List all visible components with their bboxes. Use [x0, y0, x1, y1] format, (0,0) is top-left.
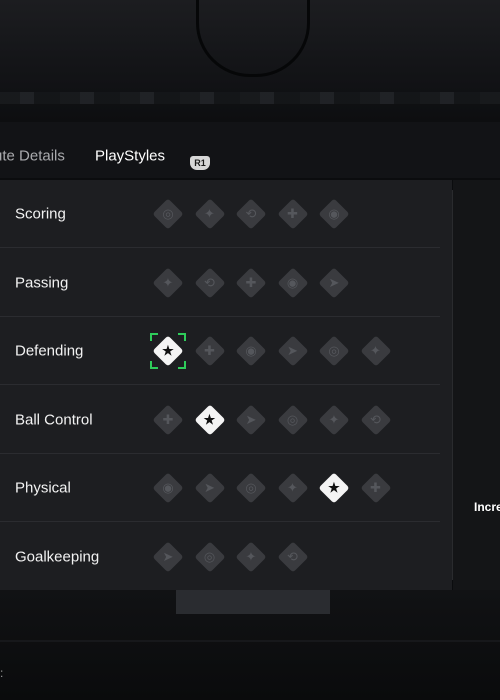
- tab-bar: ute Details PlayStyles: [0, 122, 500, 178]
- r1-button-hint-icon: R1: [190, 156, 210, 170]
- playstyle-glyph: ◎: [328, 343, 340, 358]
- bruiser-icon[interactable]: ➤: [193, 472, 226, 504]
- playstyle-row-ball-control: Ball Control ✚ ★ ➤ ◎ ✦ ⟲: [0, 386, 440, 454]
- anticipate-icon[interactable]: ◎: [318, 335, 350, 367]
- cross-claimer-icon[interactable]: ✦: [235, 540, 267, 573]
- first-touch-icon[interactable]: ✚: [152, 403, 184, 436]
- long-throw-icon[interactable]: ◎: [235, 472, 267, 504]
- playstyle-glyph: ➤: [245, 411, 257, 427]
- precision-header-icon[interactable]: ✚: [276, 198, 309, 230]
- playstyle-glyph: ◉: [162, 480, 174, 495]
- playstyle-glyph: ✚: [245, 274, 257, 290]
- playstyles-panel: Scoring ◎ ✦ ⟲ ✚ ◉ Passing ✦ ⟲ ✚ ◉ ➤ Defending ★ ✚ ◉ ➤ ◎ ✦ B…: [0, 180, 452, 590]
- rapid-icon[interactable]: ◎: [276, 403, 309, 436]
- playstyle-glyph: ✦: [328, 411, 340, 427]
- rush-out-icon[interactable]: ⟲: [276, 540, 309, 573]
- playstyle-glyph: ◎: [162, 206, 174, 221]
- stadium-rail: [0, 92, 500, 104]
- playstyle-glyph: ◎: [286, 411, 299, 427]
- playstyle-glyph: ✚: [287, 206, 298, 221]
- playstyle-glyph: ✚: [162, 411, 174, 427]
- playstyle-glyph: ◎: [245, 480, 257, 495]
- playstyle-glyph: ★: [203, 411, 216, 427]
- tab-playstyles[interactable]: PlayStyles: [95, 148, 165, 165]
- playstyle-glyph: ✚: [370, 480, 381, 495]
- playstyle-glyph: ◉: [328, 206, 340, 221]
- playstyle-glyph: ✦: [162, 274, 174, 290]
- press-proven-icon[interactable]: ➤: [235, 403, 267, 436]
- slide-tackle-icon[interactable]: ★: [150, 333, 186, 369]
- trivela-icon[interactable]: ✚: [359, 472, 392, 504]
- detail-pane: [453, 180, 500, 590]
- category-label: Goalkeeping: [15, 548, 100, 565]
- category-label: Ball Control: [15, 411, 93, 428]
- intercept-icon[interactable]: ➤: [276, 335, 309, 367]
- dead-ball-icon[interactable]: ◉: [318, 198, 350, 230]
- playstyle-glyph: ➤: [162, 548, 174, 564]
- playstyle-glyph: ➤: [204, 480, 215, 495]
- playstyle-glyph: ✦: [370, 343, 381, 358]
- finesse-shot-icon[interactable]: ◎: [152, 198, 184, 230]
- playstyle-glyph: ⟲: [370, 411, 381, 427]
- tiki-taka-icon[interactable]: ◉: [276, 266, 309, 299]
- chip-shot-icon[interactable]: ⟲: [235, 198, 267, 230]
- playstyle-glyph: ✦: [287, 480, 298, 495]
- playstyle-row-passing: Passing ✦ ⟲ ✚ ◉ ➤: [0, 249, 440, 317]
- tab-attribute-details[interactable]: ute Details: [0, 148, 65, 165]
- pinged-pass-icon[interactable]: ⟲: [193, 266, 226, 299]
- playstyle-row-physical: Physical ◉ ➤ ◎ ✦ ★ ✚: [0, 454, 440, 522]
- playstyle-glyph: ◉: [245, 343, 257, 358]
- playstyle-glyph: ⟲: [245, 206, 257, 221]
- jockey-icon[interactable]: ✚: [193, 335, 226, 367]
- playstyle-glyph: ★: [328, 480, 340, 495]
- playstyle-glyph: ⟲: [204, 274, 215, 290]
- playstyle-glyph: ✦: [204, 206, 215, 221]
- selection-corner: [150, 361, 158, 369]
- acrobatic-icon[interactable]: ◉: [152, 472, 184, 504]
- playstyle-glyph: ✚: [204, 343, 215, 358]
- power-shot-icon[interactable]: ✦: [193, 198, 226, 230]
- playstyle-glyph: ⟲: [287, 548, 298, 564]
- footwork-icon[interactable]: ◎: [193, 540, 226, 573]
- category-label: Physical: [15, 479, 71, 497]
- category-label: Passing: [15, 274, 69, 291]
- selection-corner: [150, 333, 158, 341]
- playstyle-glyph: ➤: [328, 274, 340, 290]
- playstyle-row-defending: Defending ★ ✚ ◉ ➤ ◎ ✦: [0, 317, 440, 385]
- selection-corner: [178, 361, 186, 369]
- trickster-icon[interactable]: ⟲: [359, 403, 392, 436]
- quick-step-icon[interactable]: ✦: [276, 472, 309, 504]
- playstyle-row-scoring: Scoring ◎ ✦ ⟲ ✚ ◉: [0, 180, 440, 248]
- category-label: Defending: [15, 342, 84, 360]
- incisive-pass-icon[interactable]: ✦: [152, 266, 184, 299]
- playstyle-glyph: ✦: [245, 548, 257, 564]
- detail-pane-text: Incre: [474, 500, 500, 514]
- selection-corner: [178, 333, 186, 341]
- whipped-pass-icon[interactable]: ➤: [318, 266, 350, 299]
- aerial-icon[interactable]: ✦: [359, 335, 392, 367]
- relentless-icon[interactable]: ★: [318, 472, 350, 504]
- bottom-text: :: [0, 666, 4, 680]
- bottom-divider: [0, 640, 500, 642]
- technical-icon[interactable]: ✦: [318, 403, 350, 436]
- block-icon[interactable]: ◉: [235, 335, 267, 367]
- bottom-strip: [176, 590, 330, 614]
- playstyle-row-goalkeeping: Goalkeeping ➤ ◎ ✦ ⟲: [0, 523, 440, 591]
- playstyle-glyph: ◉: [286, 274, 299, 290]
- playstyle-glyph: ➤: [287, 343, 298, 358]
- long-ball-pass-icon[interactable]: ✚: [235, 266, 267, 299]
- playstyle-glyph: ◎: [203, 548, 216, 564]
- flair-icon[interactable]: ★: [193, 403, 226, 436]
- far-throw-icon[interactable]: ➤: [152, 540, 184, 573]
- category-label: Scoring: [15, 205, 66, 223]
